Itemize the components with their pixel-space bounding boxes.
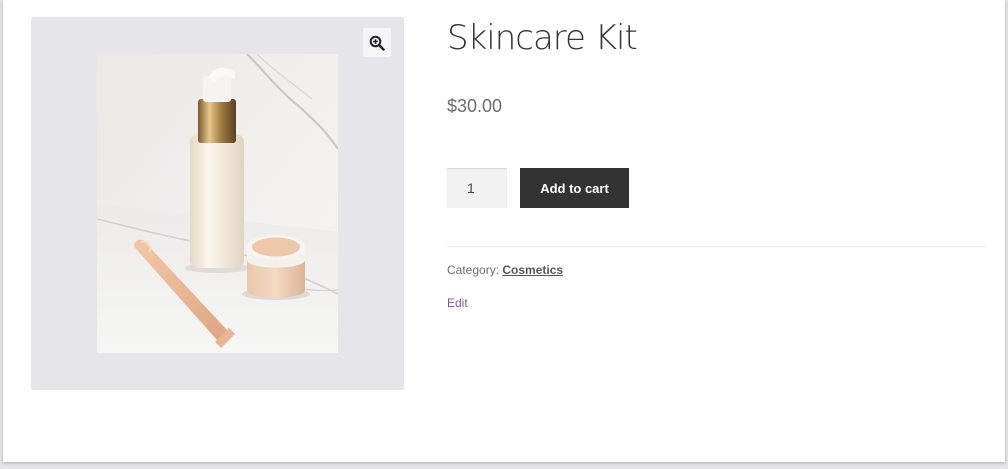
product-title: Skincare Kit bbox=[447, 18, 638, 58]
category-label: Category: bbox=[447, 263, 500, 277]
product-price: $30.00 bbox=[447, 96, 503, 116]
category-link[interactable]: Cosmetics bbox=[502, 263, 563, 277]
edit-link[interactable]: Edit bbox=[447, 296, 468, 310]
add-to-cart-button[interactable]: Add to cart bbox=[520, 168, 629, 208]
magnifier-plus-icon bbox=[369, 35, 385, 51]
quantity-input[interactable] bbox=[447, 168, 507, 208]
divider bbox=[447, 246, 987, 247]
product-meta: Category: Cosmetics bbox=[447, 263, 563, 277]
product-image[interactable] bbox=[97, 54, 338, 353]
product-gallery bbox=[31, 17, 404, 390]
product-page: Skincare Kit $30.00 Add to cart Category… bbox=[3, 0, 1005, 462]
zoom-button[interactable] bbox=[363, 28, 391, 57]
